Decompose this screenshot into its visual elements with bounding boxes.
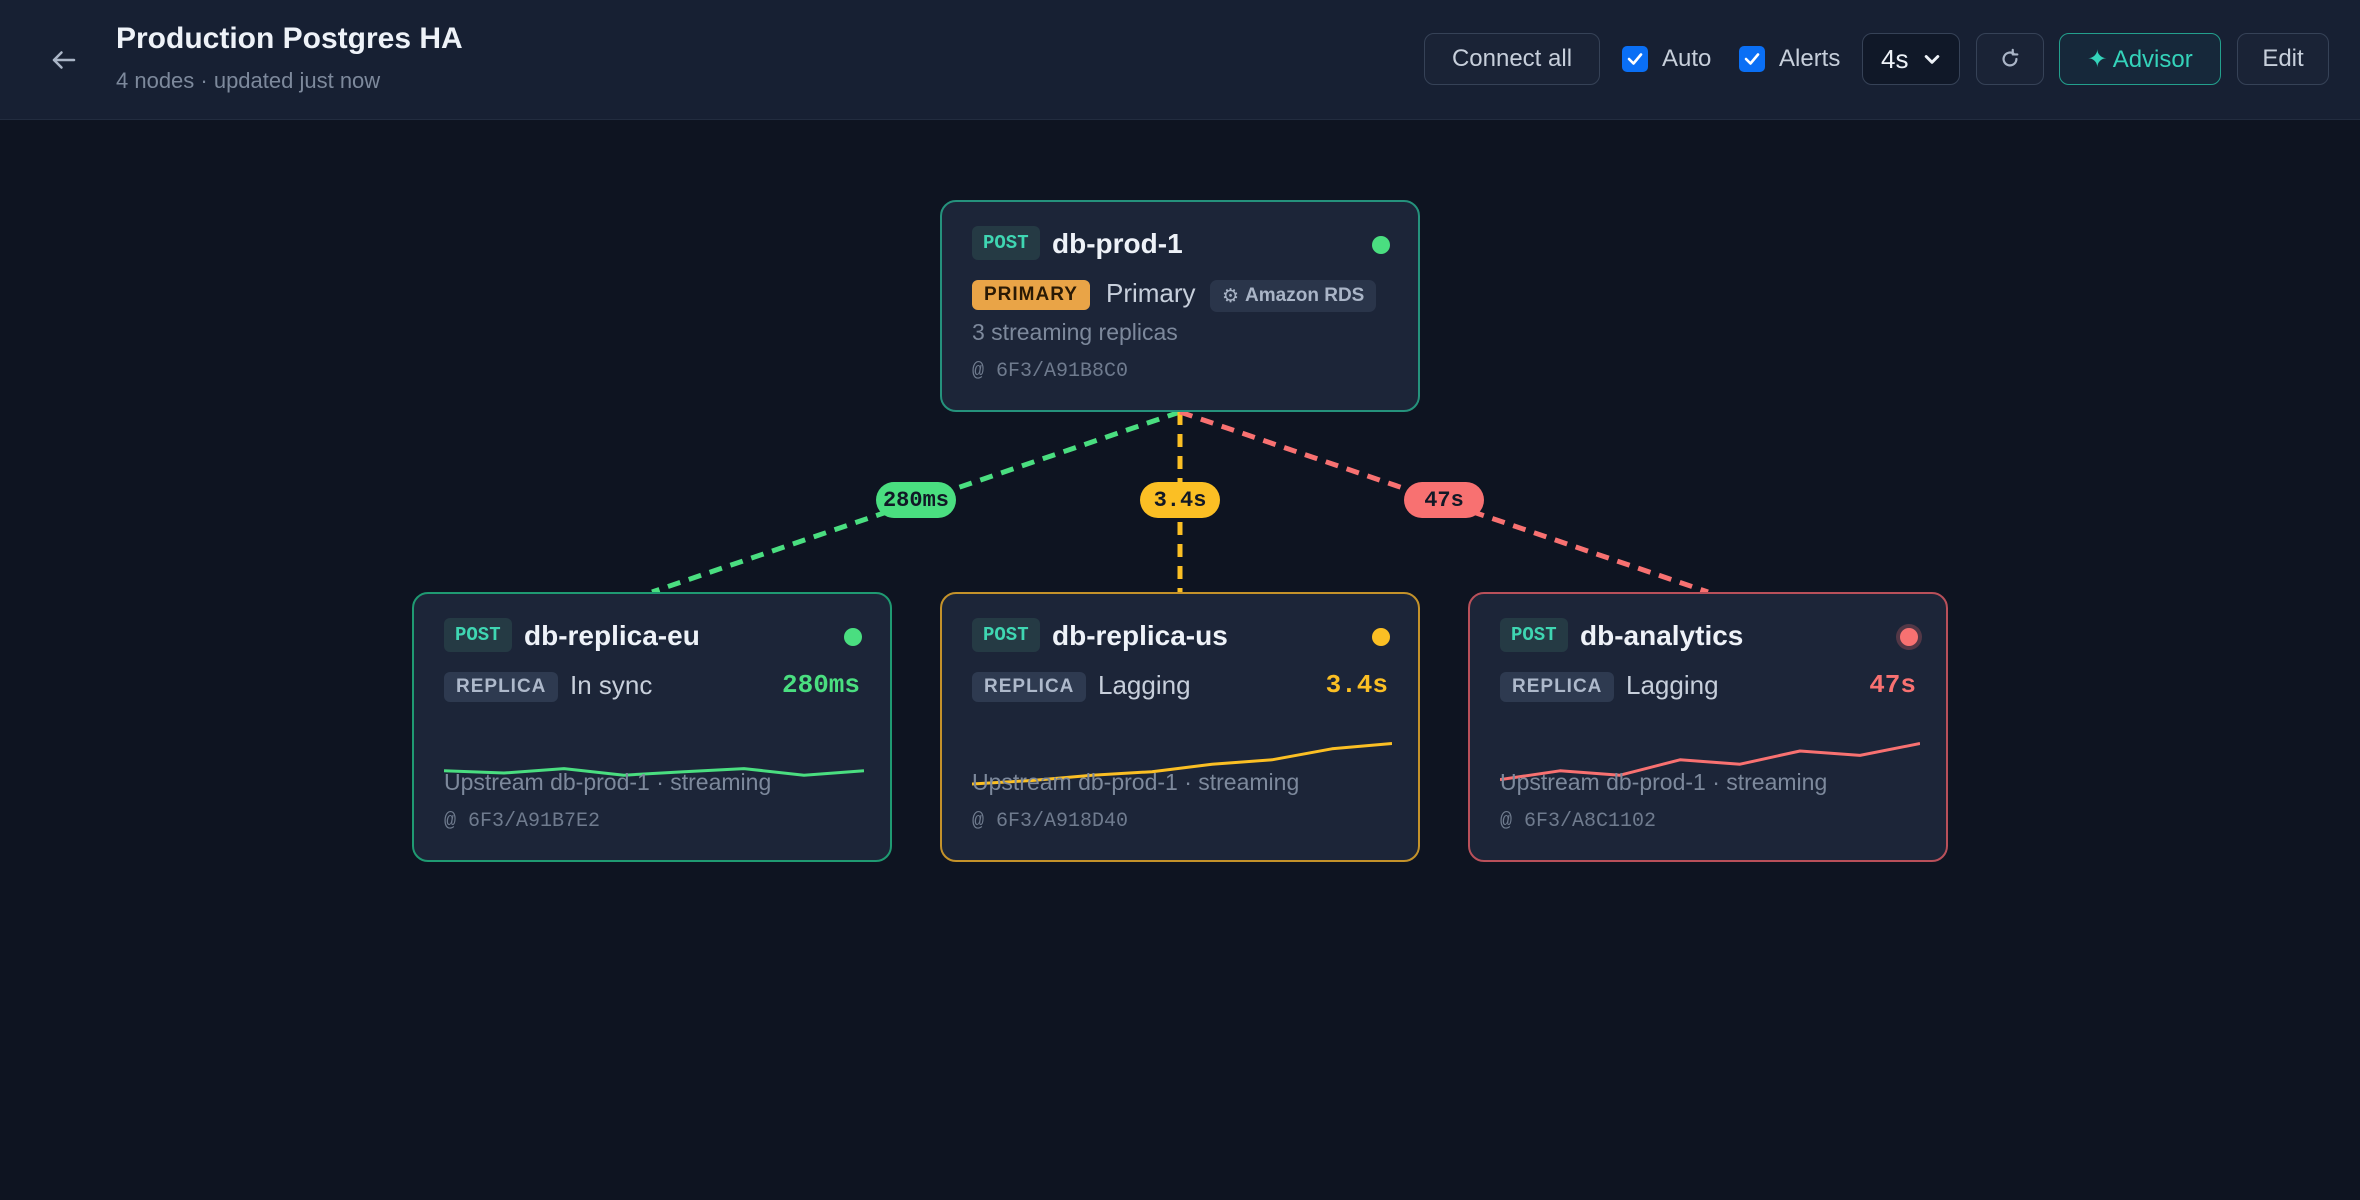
engine-badge: POST <box>1500 618 1568 652</box>
role-badge: REPLICA <box>972 672 1087 702</box>
edge-label-analytics: 47s <box>1404 482 1484 518</box>
node-state: Lagging <box>1626 670 1719 700</box>
node-name: db-analytics <box>1580 620 1744 651</box>
replica-count: 3 streaming replicas <box>972 319 1178 345</box>
node-state: Primary <box>1106 278 1196 308</box>
engine-badge: POST <box>972 618 1040 652</box>
engine-badge: POST <box>444 618 512 652</box>
node-state: In sync <box>570 670 653 700</box>
status-dot-icon <box>844 628 862 646</box>
engine-badge: POST <box>972 226 1040 260</box>
replication-lag: 280ms <box>781 670 860 700</box>
role-badge: REPLICA <box>444 672 559 702</box>
upstream-info: Upstream db-prod-1 · streaming <box>972 769 1300 795</box>
node-name: db-replica-us <box>1052 620 1228 651</box>
lsn-position: @ 6F3/A918D40 <box>972 810 1129 833</box>
status-dot-icon <box>1900 628 1918 646</box>
node-card-analytics[interactable]: POST db-analytics REPLICA Lagging 47s Up… <box>1468 592 1948 862</box>
status-dot-icon <box>1372 236 1390 254</box>
node-card-replica-us[interactable]: POST db-replica-us REPLICA Lagging 3.4s … <box>940 592 1420 862</box>
edge-label-us: 3.4s <box>1140 482 1220 518</box>
upstream-info: Upstream db-prod-1 · streaming <box>1500 769 1828 795</box>
role-badge: PRIMARY <box>972 280 1090 310</box>
lsn-position: @ 6F3/A91B8C0 <box>972 360 1129 383</box>
provider-label: Amazon RDS <box>1245 285 1365 306</box>
node-state: Lagging <box>1098 670 1191 700</box>
node-name: db-prod-1 <box>1052 228 1183 259</box>
replication-lag: 3.4s <box>1325 670 1388 700</box>
lsn-position: @ 6F3/A8C1102 <box>1500 810 1657 833</box>
upstream-info: Upstream db-prod-1 · streaming <box>444 769 772 795</box>
provider-badge: ⚙ Amazon RDS <box>1210 280 1377 312</box>
gear-icon: ⚙ <box>1222 285 1240 307</box>
node-name: db-replica-eu <box>524 620 700 651</box>
role-badge: REPLICA <box>1500 672 1615 702</box>
replication-lag: 47s <box>1869 670 1916 700</box>
node-card-replica-eu[interactable]: POST db-replica-eu REPLICA In sync 280ms… <box>412 592 892 862</box>
edge-label-eu: 280ms <box>876 482 956 518</box>
lsn-position: @ 6F3/A91B7E2 <box>444 810 601 833</box>
status-dot-icon <box>1372 628 1390 646</box>
node-card-primary[interactable]: POST db-prod-1 PRIMARY Primary ⚙ Amazon … <box>940 200 1420 412</box>
